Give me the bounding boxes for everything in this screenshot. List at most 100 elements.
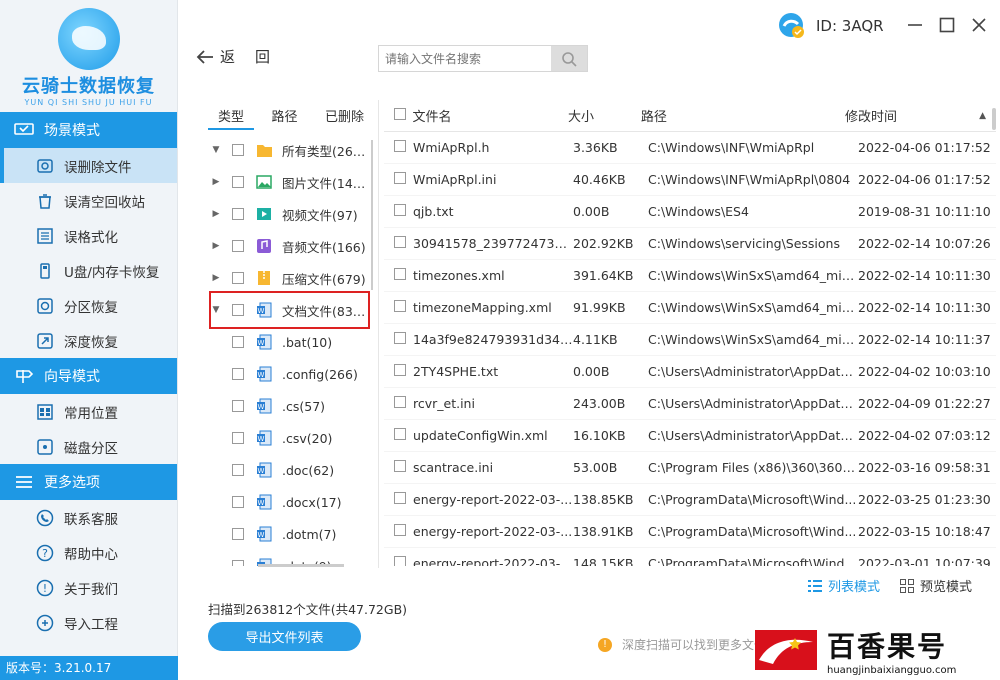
close-button[interactable]: [970, 14, 988, 36]
section-scene-mode[interactable]: 场景模式: [0, 112, 177, 148]
tree-row[interactable]: W .csv(20): [208, 422, 374, 454]
row-checkbox[interactable]: [394, 524, 406, 536]
tree-checkbox[interactable]: [232, 432, 244, 444]
sidebar-item-disk-partition[interactable]: 磁盘分区: [0, 429, 177, 464]
export-file-list-button[interactable]: 导出文件列表: [208, 622, 361, 651]
sidebar-item-format[interactable]: 误格式化: [0, 218, 177, 253]
tree-checkbox[interactable]: [232, 560, 244, 566]
sidebar-item-recycle-bin[interactable]: 误清空回收站: [0, 183, 177, 218]
account-area[interactable]: ID: 3AQR: [778, 12, 884, 40]
tree-row[interactable]: ▼ W 文档文件(831...: [208, 294, 374, 326]
table-row[interactable]: energy-report-2022-03-... 138.85KB C:\Prog…: [384, 484, 996, 516]
table-row[interactable]: energy-report-2022-03-... 138.91KB C:\Prog…: [384, 516, 996, 548]
list-mode-button[interactable]: 列表模式: [808, 576, 880, 595]
table-row[interactable]: energy-report-2022-03-... 148.15KB C:\Prog…: [384, 548, 996, 566]
tree-row[interactable]: ▶ 视频文件(97): [208, 198, 374, 230]
tree-row[interactable]: W .bat(10): [208, 326, 374, 358]
maximize-button[interactable]: [938, 14, 956, 36]
tree-checkbox[interactable]: [232, 272, 244, 284]
table-row[interactable]: WmiApRpl.h 3.36KB C:\Windows\INF\WmiApRpl 2…: [384, 132, 996, 164]
tree-checkbox[interactable]: [232, 400, 244, 412]
table-row[interactable]: timezoneMapping.xml 91.99KB C:\Windows\Win…: [384, 292, 996, 324]
table-vertical-scrollbar[interactable]: [992, 108, 996, 130]
expand-arrow-icon[interactable]: ▶: [208, 177, 224, 187]
tree-checkbox[interactable]: [232, 368, 244, 380]
tree-checkbox[interactable]: [232, 528, 244, 540]
tree-vertical-scrollbar[interactable]: [371, 140, 373, 290]
row-checkbox[interactable]: [394, 172, 406, 184]
tree-row[interactable]: W .config(266): [208, 358, 374, 390]
tab-type[interactable]: 类型: [208, 100, 255, 130]
column-header-modified[interactable]: 修改时间: [845, 106, 979, 125]
sidebar-item-import-project[interactable]: 导入工程: [0, 605, 177, 640]
table-row[interactable]: updateConfigWin.xml 16.10KB C:\Users\Admin…: [384, 420, 996, 452]
table-row[interactable]: scantrace.ini 53.00B C:\Program Files (x86…: [384, 452, 996, 484]
table-row[interactable]: 14a3f9e824793931d34f... 4.11KB C:\Windows\…: [384, 324, 996, 356]
column-header-name[interactable]: 文件名: [412, 106, 568, 125]
tab-path[interactable]: 路径: [261, 100, 307, 130]
tree-row[interactable]: ▼ 所有类型(2638...: [208, 134, 374, 166]
table-row[interactable]: WmiApRpl.ini 40.46KB C:\Windows\INF\WmiApR…: [384, 164, 996, 196]
row-checkbox[interactable]: [394, 556, 406, 566]
tree-row[interactable]: W .dotm(7): [208, 518, 374, 550]
sidebar-item-about[interactable]: ! 关于我们: [0, 570, 177, 605]
tree-checkbox[interactable]: [232, 304, 244, 316]
row-checkbox[interactable]: [394, 268, 406, 280]
select-all-checkbox[interactable]: [384, 107, 412, 124]
table-row[interactable]: qjb.txt 0.00B C:\Windows\ES4 2019-08-31 10:…: [384, 196, 996, 228]
sidebar-item-help[interactable]: ? 帮助中心: [0, 535, 177, 570]
sidebar-item-deleted-files[interactable]: 误删除文件: [0, 148, 177, 183]
row-checkbox[interactable]: [394, 428, 406, 440]
tree-row[interactable]: W .cs(57): [208, 390, 374, 422]
table-row[interactable]: timezones.xml 391.64KB C:\Windows\WinSxS\a…: [384, 260, 996, 292]
return-button[interactable]: 回: [255, 46, 270, 67]
tree-horizontal-scrollbar[interactable]: [258, 564, 344, 567]
column-header-path[interactable]: 路径: [641, 106, 845, 125]
table-row[interactable]: 2TY4SPHE.txt 0.00B C:\Users\Administrator\…: [384, 356, 996, 388]
tree-checkbox[interactable]: [232, 176, 244, 188]
deep-scan-tip[interactable]: ! 深度扫描可以找到更多文件: [598, 636, 758, 653]
row-checkbox[interactable]: [394, 204, 406, 216]
row-checkbox[interactable]: [394, 300, 406, 312]
tab-deleted[interactable]: 已删除: [315, 100, 374, 130]
row-checkbox[interactable]: [394, 332, 406, 344]
row-checkbox[interactable]: [394, 396, 406, 408]
sidebar-item-partition[interactable]: 分区恢复: [0, 288, 177, 323]
tree-row[interactable]: ▶ 音频文件(166): [208, 230, 374, 262]
sidebar-item-usb[interactable]: U盘/内存卡恢复: [0, 253, 177, 288]
row-checkbox[interactable]: [394, 140, 406, 152]
preview-mode-button[interactable]: 预览模式: [900, 576, 972, 595]
tree-checkbox[interactable]: [232, 208, 244, 220]
tree-row[interactable]: ▶ 压缩文件(679): [208, 262, 374, 294]
minimize-button[interactable]: [906, 14, 924, 36]
tree-checkbox[interactable]: [232, 336, 244, 348]
search-input[interactable]: [379, 46, 552, 71]
table-row[interactable]: 30941578_2397724739.x... 202.92KB C:\Windo…: [384, 228, 996, 260]
sidebar-item-deep-recovery[interactable]: 深度恢复: [0, 323, 177, 358]
tree-checkbox[interactable]: [232, 144, 244, 156]
sidebar-item-common-location[interactable]: 常用位置: [0, 394, 177, 429]
expand-arrow-icon[interactable]: ▼: [208, 145, 224, 155]
row-checkbox[interactable]: [394, 460, 406, 472]
tree-checkbox[interactable]: [232, 464, 244, 476]
expand-arrow-icon[interactable]: ▼: [208, 305, 224, 315]
row-checkbox[interactable]: [394, 492, 406, 504]
search-button[interactable]: [551, 46, 587, 71]
row-checkbox[interactable]: [394, 236, 406, 248]
expand-arrow-icon[interactable]: ▶: [208, 241, 224, 251]
row-checkbox[interactable]: [394, 364, 406, 376]
sidebar-item-contact[interactable]: 联系客服: [0, 500, 177, 535]
tree-row[interactable]: W .docx(17): [208, 486, 374, 518]
table-row[interactable]: rcvr_et.ini 243.00B C:\Users\Administrator…: [384, 388, 996, 420]
section-more-options[interactable]: 更多选项: [0, 464, 177, 500]
expand-arrow-icon[interactable]: ▶: [208, 209, 224, 219]
column-header-size[interactable]: 大小: [568, 106, 641, 125]
tree-checkbox[interactable]: [232, 240, 244, 252]
tree-row[interactable]: W .doc(62): [208, 454, 374, 486]
section-guide-mode[interactable]: 向导模式: [0, 358, 177, 394]
expand-arrow-icon[interactable]: ▶: [208, 273, 224, 283]
tree-checkbox[interactable]: [232, 496, 244, 508]
tree-row[interactable]: ▶ 图片文件(149...: [208, 166, 374, 198]
back-button[interactable]: 返: [196, 46, 235, 67]
sort-arrow-icon[interactable]: ▲: [979, 111, 986, 121]
